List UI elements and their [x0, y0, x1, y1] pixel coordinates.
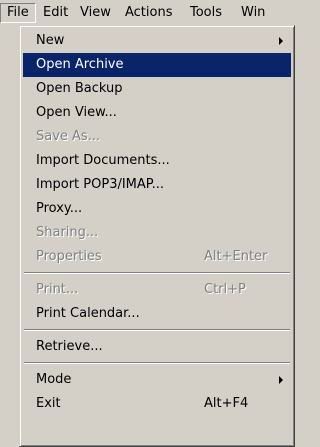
menu-bar: File Edit View Actions Tools Win — [0, 0, 295, 25]
menu-tools[interactable]: Tools — [184, 3, 228, 23]
menu-item-mode[interactable]: Mode — [23, 368, 291, 392]
menu-item-label: Retrieve... — [36, 339, 103, 354]
menu-item-label: Save As... — [36, 129, 101, 144]
menu-item-label: Import POP3/IMAP... — [36, 177, 164, 192]
menu-view[interactable]: View — [74, 3, 117, 23]
menu-item-label: Print... — [36, 282, 79, 297]
menu-item-open-archive[interactable]: Open Archive — [23, 53, 291, 77]
submenu-arrow-icon — [279, 376, 283, 384]
menu-item-label: Exit — [36, 396, 61, 411]
menu-item-sharing[interactable]: Sharing... — [23, 221, 291, 245]
menu-item-label: Import Documents... — [36, 153, 170, 168]
menu-item-label: Open View... — [36, 105, 117, 120]
menu-edit[interactable]: Edit — [37, 3, 74, 23]
menu-separator — [23, 359, 291, 368]
menu-item-label: Sharing... — [36, 225, 99, 240]
menu-item-open-backup[interactable]: Open Backup — [23, 77, 291, 101]
menu-item-label: Print Calendar... — [36, 306, 140, 321]
menu-item-label: Mode — [36, 372, 72, 387]
menu-item-shortcut: Ctrl+P — [204, 282, 246, 297]
menu-item-label: Proxy... — [36, 201, 83, 216]
menu-item-print[interactable]: Print... Ctrl+P — [23, 278, 291, 302]
menu-item-shortcut: Alt+Enter — [204, 249, 268, 264]
menu-item-open-view[interactable]: Open View... — [23, 101, 291, 125]
menu-item-import-pop3-imap[interactable]: Import POP3/IMAP... — [23, 173, 291, 197]
menu-separator — [23, 326, 291, 335]
file-menu-list: New Open Archive Open Backup Open View..… — [23, 29, 291, 416]
menu-item-label: New — [36, 33, 65, 48]
menu-item-retrieve[interactable]: Retrieve... — [23, 335, 291, 359]
menu-window[interactable]: Win — [235, 3, 271, 23]
menu-item-exit[interactable]: Exit Alt+F4 — [23, 392, 291, 416]
menu-separator — [23, 269, 291, 278]
menu-item-label: Open Backup — [36, 81, 123, 96]
file-menu-dropdown: New Open Archive Open Backup Open View..… — [19, 25, 295, 447]
menu-item-shortcut: Alt+F4 — [204, 396, 249, 411]
menu-item-properties[interactable]: Properties Alt+Enter — [23, 245, 291, 269]
menu-item-import-documents[interactable]: Import Documents... — [23, 149, 291, 173]
submenu-arrow-icon — [279, 37, 283, 45]
menu-file[interactable]: File — [0, 3, 36, 23]
menu-item-label: Properties — [36, 249, 102, 264]
menu-item-save-as[interactable]: Save As... — [23, 125, 291, 149]
menu-item-print-calendar[interactable]: Print Calendar... — [23, 302, 291, 326]
menu-actions[interactable]: Actions — [119, 3, 179, 23]
menu-item-new[interactable]: New — [23, 29, 291, 53]
menu-item-label: Open Archive — [36, 57, 124, 72]
menu-item-proxy[interactable]: Proxy... — [23, 197, 291, 221]
